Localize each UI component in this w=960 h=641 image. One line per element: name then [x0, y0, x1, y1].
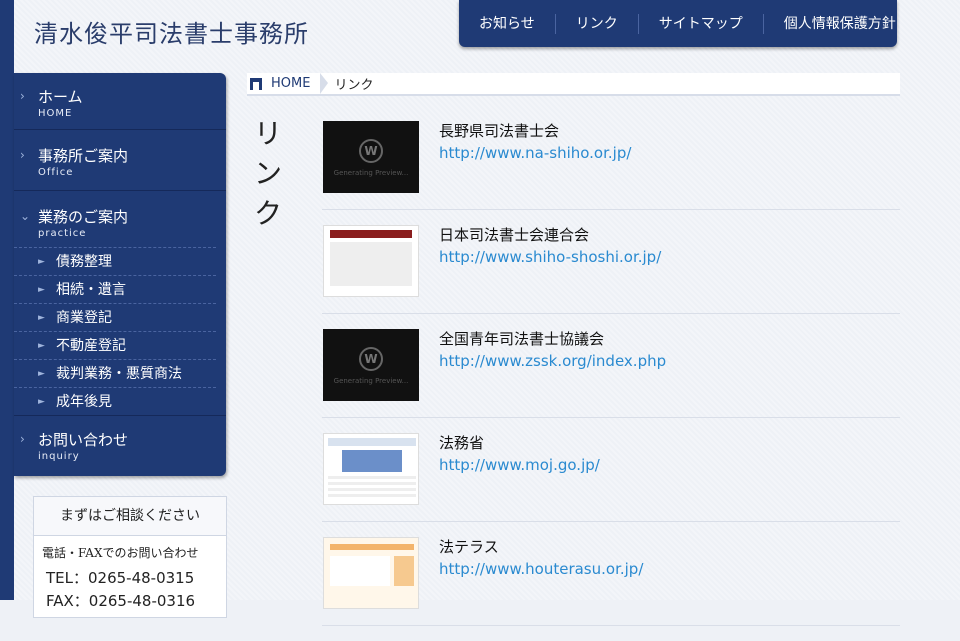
- sidebar-menu: › ホーム HOME › 事務所ご案内 Office ⌄ 業務のご案内 prac…: [14, 73, 226, 476]
- practice-submenu: ► 債務整理 ► 相続・遺言 ► 商業登記 ► 不動産登記 ► 裁判業務・悪質商法 ► 成年…: [14, 248, 226, 416]
- breadcrumb: HOME リンク: [247, 73, 900, 96]
- submenu-item-label: 債務整理: [56, 254, 112, 270]
- list-item: 法務省 http://www.moj.go.jp/: [322, 433, 900, 522]
- thumbnail-body: [330, 556, 390, 586]
- link-url[interactable]: http://www.na-shiho.or.jp/: [439, 143, 631, 163]
- submenu-item-debt[interactable]: ► 債務整理: [14, 248, 216, 276]
- home-icon: [250, 77, 262, 90]
- thumbnail-loading-text: Generating Preview...: [333, 169, 409, 177]
- link-title: 長野県司法書士会: [439, 122, 560, 140]
- list-item: W Generating Preview... 全国青年司法書士協議会 http…: [322, 329, 900, 418]
- link-title: 法務省: [439, 434, 485, 452]
- sidebar-item-label: お問い合わせ: [38, 431, 129, 449]
- site-thumbnail[interactable]: [323, 537, 419, 609]
- sidebar-item-practice[interactable]: ⌄ 業務のご案内 practice: [14, 191, 216, 248]
- list-item: 法テラス http://www.houterasu.or.jp/: [322, 537, 900, 626]
- submenu-item-label: 裁判業務・悪質商法: [56, 366, 182, 382]
- submenu-item-real-estate[interactable]: ► 不動産登記: [14, 332, 216, 360]
- link-url[interactable]: http://www.shiho-shoshi.or.jp/: [439, 247, 661, 267]
- sidebar-item-label: 業務のご案内: [38, 208, 129, 226]
- site-title[interactable]: 清水俊平司法書士事務所: [34, 14, 309, 49]
- link-title: 全国青年司法書士協議会: [439, 330, 605, 348]
- contact-tel: TEL：0265-48-0315: [46, 569, 195, 587]
- links-list: W Generating Preview... 長野県司法書士会 http://…: [322, 121, 900, 641]
- sidebar-item-label: 事務所ご案内: [38, 147, 129, 165]
- sidebar-item-label: ホーム: [38, 88, 83, 106]
- triangle-right-icon: ►: [38, 313, 45, 323]
- link-url[interactable]: http://www.zssk.org/index.php: [439, 351, 666, 371]
- breadcrumb-home[interactable]: HOME: [271, 76, 310, 91]
- link-url[interactable]: http://www.moj.go.jp/: [439, 455, 600, 475]
- triangle-right-icon: ►: [38, 397, 45, 407]
- top-nav-news[interactable]: お知らせ: [459, 14, 555, 34]
- site-thumbnail[interactable]: [323, 225, 419, 297]
- chevron-down-icon: ⌄: [20, 209, 31, 223]
- thumbnail-header: [330, 230, 412, 238]
- submenu-item-guardianship[interactable]: ► 成年後見: [14, 388, 226, 416]
- triangle-right-icon: ►: [38, 341, 45, 351]
- thumbnail-loading-text: Generating Preview...: [333, 377, 409, 385]
- sidebar-item-sublabel: practice: [38, 228, 87, 239]
- top-nav-privacy[interactable]: 個人情報保護方針: [762, 13, 916, 34]
- triangle-right-icon: ►: [38, 257, 45, 267]
- thumbnail-banner: [342, 450, 402, 472]
- breadcrumb-separator-icon: [320, 73, 329, 94]
- submenu-item-label: 商業登記: [56, 310, 112, 326]
- link-title: 法テラス: [439, 538, 499, 556]
- submenu-item-label: 不動産登記: [56, 338, 126, 354]
- list-item: W Generating Preview... 長野県司法書士会 http://…: [322, 121, 900, 210]
- site-thumbnail[interactable]: [323, 433, 419, 505]
- sidebar-item-office[interactable]: › 事務所ご案内 Office: [14, 130, 226, 191]
- thumbnail-sidebar: [394, 556, 414, 586]
- thumbnail-header: [330, 544, 414, 550]
- thumbnail-body: [328, 476, 416, 500]
- submenu-item-commercial[interactable]: ► 商業登記: [14, 304, 216, 332]
- list-item: 日本司法書士会連合会 http://www.shiho-shoshi.or.jp…: [322, 225, 900, 314]
- top-nav-sitemap[interactable]: サイトマップ: [637, 13, 763, 34]
- contact-heading: まずはご相談ください: [34, 497, 226, 536]
- link-title: 日本司法書士会連合会: [439, 226, 590, 244]
- sidebar-item-sublabel: HOME: [38, 108, 73, 119]
- breadcrumb-current: リンク: [334, 78, 374, 93]
- contact-note: 電話・FAXでのお問い合わせ: [42, 546, 199, 560]
- sidebar-item-sublabel: inquiry: [38, 451, 80, 462]
- chevron-right-icon: ›: [20, 432, 25, 446]
- sidebar-item-sublabel: Office: [38, 167, 74, 178]
- top-navigation: お知らせ リンク サイトマップ 個人情報保護方針: [459, 0, 897, 47]
- sidebar-item-home[interactable]: › ホーム HOME: [14, 73, 226, 130]
- chevron-right-icon: ›: [20, 89, 25, 103]
- submenu-item-label: 成年後見: [56, 394, 112, 410]
- left-edge-strip: [0, 0, 14, 600]
- top-nav-links[interactable]: リンク: [554, 13, 638, 34]
- chevron-right-icon: ›: [20, 148, 25, 162]
- submenu-item-label: 相続・遺言: [56, 282, 126, 298]
- page-title: リンク: [253, 117, 282, 230]
- thumbnail-header: [328, 438, 416, 446]
- thumbnail-body: [330, 242, 412, 286]
- submenu-item-litigation[interactable]: ► 裁判業務・悪質商法: [14, 360, 216, 388]
- triangle-right-icon: ►: [38, 369, 45, 379]
- triangle-right-icon: ►: [38, 285, 45, 295]
- wordpress-icon: W: [359, 347, 383, 371]
- site-thumbnail[interactable]: W Generating Preview...: [323, 121, 419, 193]
- sidebar-item-inquiry[interactable]: › お問い合わせ inquiry: [14, 416, 226, 464]
- site-thumbnail[interactable]: W Generating Preview...: [323, 329, 419, 401]
- submenu-item-inheritance[interactable]: ► 相続・遺言: [14, 276, 216, 304]
- link-url[interactable]: http://www.houterasu.or.jp/: [439, 559, 643, 579]
- wordpress-icon: W: [359, 139, 383, 163]
